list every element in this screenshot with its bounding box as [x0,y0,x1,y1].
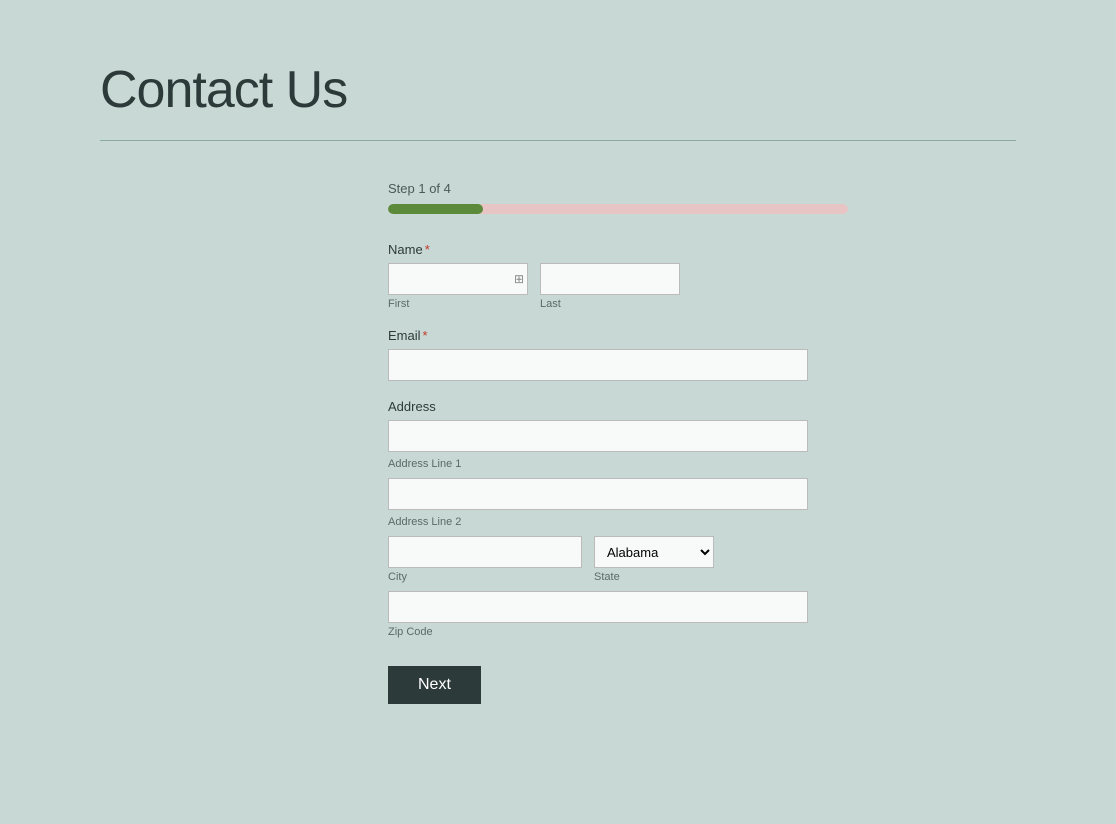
zip-sublabel: Zip Code [388,626,808,638]
address-label: Address [388,399,808,414]
first-name-wrapper: ⊞ First [388,263,528,310]
step-indicator: Step 1 of 4 [388,181,808,196]
zip-wrapper: Zip Code [388,591,808,638]
last-name-input[interactable] [540,263,680,295]
city-state-row: City Alabama Alaska Arizona Arkansas Cal… [388,536,808,583]
name-icon: ⊞ [514,272,524,286]
name-field-group: Name* ⊞ First Last [388,242,808,310]
divider [100,140,1016,141]
address-line1-sublabel: Address Line 1 [388,458,808,470]
state-select[interactable]: Alabama Alaska Arizona Arkansas Californ… [594,536,714,568]
first-name-sublabel: First [388,298,528,310]
last-name-sublabel: Last [540,298,680,310]
name-label: Name* [388,242,808,257]
page-title: Contact Us [100,60,1016,120]
progress-bar-fill [388,204,483,214]
page-container: Contact Us Step 1 of 4 Name* ⊞ First [0,0,1116,764]
city-sublabel: City [388,571,582,583]
next-button[interactable]: Next [388,666,481,704]
email-label: Email* [388,328,808,343]
state-sublabel: State [594,571,714,583]
form-wrapper: Step 1 of 4 Name* ⊞ First Last [308,181,808,704]
first-name-input[interactable] [388,263,528,295]
address-line2-input[interactable] [388,478,808,510]
last-name-wrapper: Last [540,263,680,310]
email-required-star: * [423,328,428,343]
address-line1-input[interactable] [388,420,808,452]
zip-input[interactable] [388,591,808,623]
name-row: ⊞ First Last [388,263,808,310]
email-field-group: Email* [388,328,808,381]
email-input[interactable] [388,349,808,381]
address-line2-sublabel: Address Line 2 [388,516,808,528]
first-name-input-wrapper: ⊞ [388,263,528,295]
name-required-star: * [425,242,430,257]
progress-bar-container [388,204,848,214]
state-wrapper: Alabama Alaska Arizona Arkansas Californ… [594,536,714,583]
address-field-group: Address Address Line 1 Address Line 2 Ci… [388,399,808,638]
city-input[interactable] [388,536,582,568]
city-wrapper: City [388,536,582,583]
